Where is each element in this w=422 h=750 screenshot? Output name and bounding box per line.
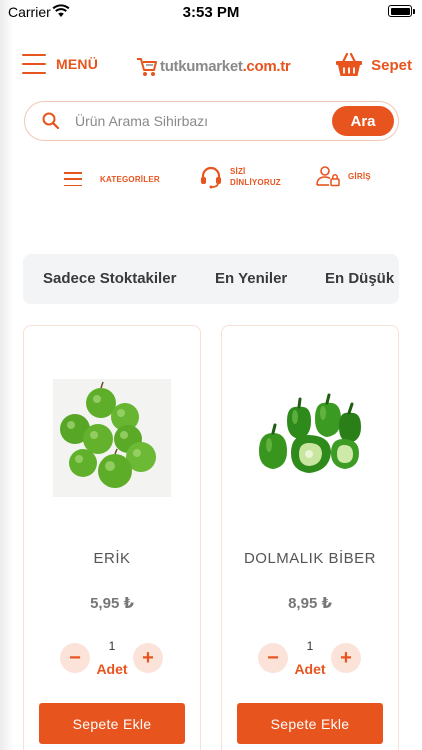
login-label: GİRİŞ (348, 171, 371, 181)
support-label-line1: SİZİ (230, 167, 246, 176)
app-header: MENÜ tutkumarket.com.tr Sepet (0, 48, 422, 88)
search-bar: Ara (24, 101, 399, 141)
brand-domain: .com.tr (242, 57, 291, 75)
filter-lowest-price[interactable]: En Düşük Fiyat (325, 270, 399, 287)
quantity-unit: Adet (294, 661, 326, 677)
filter-in-stock[interactable]: Sadece Stoktakiler (43, 270, 176, 287)
add-to-cart-button[interactable]: Sepete Ekle (237, 703, 383, 744)
support-link[interactable]: SİZİ DİNLİYORUZ (199, 165, 281, 189)
menu-button[interactable]: MENÜ (22, 54, 98, 74)
quantity-value[interactable]: 1 (222, 639, 398, 653)
cart-label: Sepet (371, 56, 412, 74)
increase-quantity-button[interactable]: + (331, 643, 361, 673)
product-grid: ERİK 5,95 ₺ − 1 Adet + Sepete Ekle DOLMA… (23, 325, 399, 750)
login-link[interactable]: GİRİŞ (316, 165, 371, 187)
product-card: ERİK 5,95 ₺ − 1 Adet + Sepete Ekle (23, 325, 201, 750)
search-button[interactable]: Ara (332, 106, 394, 136)
menu-label: MENÜ (56, 56, 99, 72)
edge-shadow (0, 0, 14, 750)
basket-icon (336, 52, 363, 76)
product-image-peppers[interactable] (251, 379, 369, 497)
user-lock-icon (316, 166, 340, 187)
product-card: DOLMALIK BİBER 8,95 ₺ − 1 Adet + Sepete … (221, 325, 399, 750)
increase-quantity-button[interactable]: + (133, 643, 163, 673)
brand-name: tutkumarket.com.tr (160, 57, 291, 75)
categories-link[interactable]: KATEGORİLER (64, 172, 160, 186)
quick-nav: KATEGORİLER SİZİ DİNLİYORUZ GİRİŞ (0, 162, 422, 202)
product-price: 8,95 ₺ (288, 595, 332, 612)
status-bar: Carrier 3:53 PM (0, 0, 422, 24)
filter-newest[interactable]: En Yeniler (215, 270, 287, 287)
quantity-stepper: − 1 Adet + (222, 639, 398, 689)
headset-icon (201, 166, 221, 189)
clock: 3:53 PM (182, 4, 240, 21)
cart-button[interactable]: Sepet (335, 52, 412, 78)
battery-icon (388, 5, 412, 17)
product-price: 5,95 ₺ (90, 595, 134, 612)
quantity-unit: Adet (96, 661, 128, 677)
categories-menu-icon (64, 172, 82, 186)
product-name[interactable]: ERİK (24, 550, 200, 567)
cart-logo-icon (137, 58, 157, 76)
quantity-stepper: − 1 Adet + (24, 639, 200, 689)
product-name[interactable]: DOLMALIK BİBER (222, 550, 398, 567)
brand-logo[interactable]: tutkumarket.com.tr (136, 54, 291, 78)
quantity-value[interactable]: 1 (24, 639, 200, 653)
hamburger-icon (22, 54, 46, 74)
brand-name-main: tutkumarket (160, 57, 243, 75)
add-to-cart-button[interactable]: Sepete Ekle (39, 703, 185, 744)
search-icon (42, 112, 60, 130)
filter-tabs: Sadece Stoktakiler En Yeniler En Düşük F… (23, 254, 399, 304)
support-label-line2: DİNLİYORUZ (230, 178, 281, 187)
product-image-plums[interactable] (53, 379, 171, 497)
support-label: SİZİ DİNLİYORUZ (230, 166, 281, 188)
categories-label: KATEGORİLER (100, 174, 160, 184)
battery-tip (413, 9, 415, 14)
